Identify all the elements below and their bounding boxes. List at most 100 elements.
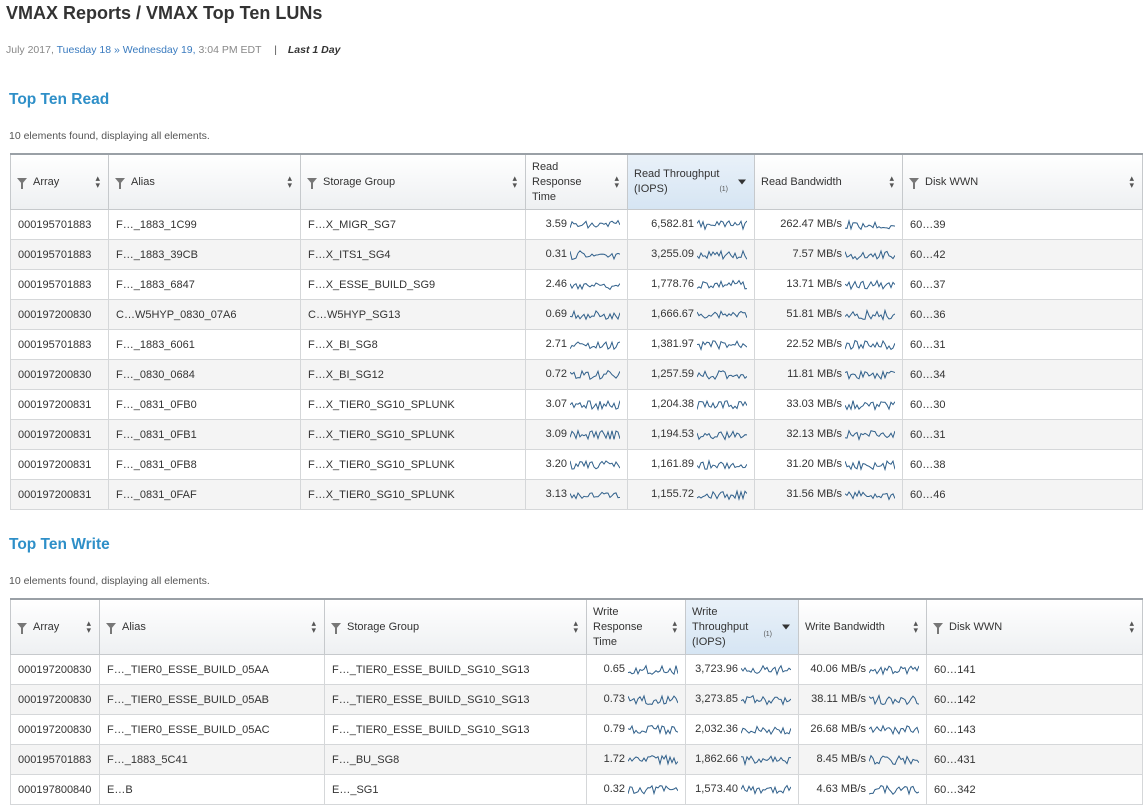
cell-tput: 3,723.96 [685,654,799,685]
sparkline [627,693,679,705]
col-bandwidth[interactable]: Read Bandwidth ▴ ▾ [754,153,903,210]
filter-icon[interactable] [17,177,27,189]
sort-icon[interactable]: ▴ ▾ [573,619,578,635]
cell-bw: 40.06 MB/s [798,654,927,685]
sparkline [569,428,621,440]
cell-array: 000197200831 [10,389,109,420]
sparkline [696,369,748,380]
cell-sg: F…_TIER0_ESSE_BUILD_SG10_SG13 [324,684,587,715]
col-response[interactable]: Write Response Time ▴ ▾ [586,598,686,655]
filter-icon[interactable] [933,622,943,634]
cell-tput: 1,194.53 [627,419,755,450]
sparkline [740,664,792,676]
table-row[interactable]: 000197800840 E…B E…_SG1 0.32 1,573.40 4.63 MB… [10,774,1143,805]
table-row[interactable]: 000197200830 C…W5HYP_0830_07A6 C…W5HYP_SG1… [10,299,1143,330]
sort-icon[interactable]: ▴ ▾ [1129,619,1134,635]
col-storage-group[interactable]: Storage Group ▴ ▾ [324,598,587,655]
cell-array: 000195701883 [10,239,109,270]
filter-icon[interactable] [106,622,116,634]
sparkline [740,754,791,766]
table-row[interactable]: 000197200831 F…_0831_0FB0 F…X_TIER0_SG10_S… [10,389,1143,420]
sparkline [844,218,896,231]
cell-alias: F…_1883_39CB [108,239,301,270]
sparkline [569,309,621,320]
table-row[interactable]: 000197200830 F…_TIER0_ESSE_BUILD_05AA F…_T… [10,654,1143,685]
table-row[interactable]: 000195701883 F…_1883_1C99 F…X_MIGR_SG7 3.59… [10,209,1143,240]
cell-bw: 13.71 MB/s [754,269,903,300]
cell-alias: F…_0830_0684 [108,359,301,390]
col-array[interactable]: Array ▴ ▾ [10,153,109,210]
table-row[interactable]: 000195701883 F…_1883_5C41 F…_BU_SG8 1.72 1,8… [10,744,1143,775]
cell-tput: 3,255.09 [627,239,755,270]
col-array[interactable]: Array ▴ ▾ [10,598,100,655]
table-row[interactable]: 000197200830 F…_TIER0_ESSE_BUILD_05AC F…_T… [10,714,1143,745]
filter-icon[interactable] [307,177,317,189]
col-storage-group[interactable]: Storage Group ▴ ▾ [300,153,526,210]
table-row[interactable]: 000197200830 F…_0830_0684 F…X_BI_SG12 0.72 1… [10,359,1143,390]
cell-alias: F…_TIER0_ESSE_BUILD_05AA [99,654,325,685]
sparkline [868,784,920,796]
sort-icon[interactable]: ▴ ▾ [95,174,100,190]
cell-array: 000197200831 [10,419,109,450]
sparkline [569,340,621,350]
sparkline [844,248,896,260]
sort-icon[interactable]: ▴ ▾ [86,619,91,635]
cell-bw: 38.11 MB/s [798,684,927,715]
sparkline [868,693,920,705]
sparkline [569,491,621,500]
cell-sg: F…X_BI_SG12 [300,359,526,390]
table-row[interactable]: 000195701883 F…_1883_6061 F…X_BI_SG8 2.71 1,… [10,329,1143,360]
table-row[interactable]: 000197200831 F…_0831_0FB8 F…X_TIER0_SG10_S… [10,449,1143,480]
sparkline [569,249,621,260]
sort-icon[interactable]: ▴ ▾ [672,619,677,635]
cell-tput: 3,273.85 [685,684,799,715]
filter-icon[interactable] [331,622,341,634]
cell-alias: F…_0831_0FB0 [108,389,301,420]
table-row[interactable]: 000197200831 F…_0831_0FB1 F…X_TIER0_SG10_S… [10,419,1143,450]
sort-icon[interactable]: ▴ ▾ [512,174,517,190]
sort-desc-icon[interactable] [738,179,746,185]
cell-array: 000195701883 [10,209,109,240]
filter-icon[interactable] [909,177,919,189]
col-throughput[interactable]: Write Throughput (IOPS) (1) [685,598,799,655]
col-response[interactable]: Read Response Time ▴ ▾ [525,153,628,210]
col-wwn[interactable]: Disk WWN ▴ ▾ [902,153,1143,210]
sort-icon[interactable]: ▴ ▾ [614,174,619,190]
filter-icon[interactable] [115,177,125,189]
sparkline [569,369,621,380]
cell-array: 000195701883 [10,744,100,775]
cell-bw: 22.52 MB/s [754,329,903,360]
sparkline [844,278,896,290]
cell-tput: 1,862.66 [685,744,799,775]
sparkline [627,753,679,766]
cell-resp: 3.09 [525,419,628,450]
sort-icon[interactable]: ▴ ▾ [889,174,894,190]
date-link[interactable]: Tuesday 18 » Wednesday 19, [57,44,196,56]
cell-alias: F…_1883_6847 [108,269,301,300]
table-row[interactable]: 000195701883 F…_1883_6847 F…X_ESSE_BUILD_S… [10,269,1143,300]
sort-desc-icon[interactable] [782,624,790,630]
cell-resp: 2.71 [525,329,628,360]
sort-icon[interactable]: ▴ ▾ [287,174,292,190]
cell-wwn: 60…38 [902,449,1143,480]
col-bandwidth[interactable]: Write Bandwidth ▴ ▾ [798,598,927,655]
sparkline [868,754,920,765]
col-alias[interactable]: Alias ▴ ▾ [108,153,301,210]
sparkline [696,488,748,501]
cell-alias: F…_TIER0_ESSE_BUILD_05AC [99,714,325,745]
cell-resp: 0.31 [525,239,628,270]
col-throughput[interactable]: Read Throughput (IOPS) (1) [627,153,755,210]
filter-icon[interactable] [17,622,27,634]
col-alias[interactable]: Alias ▴ ▾ [99,598,325,655]
sort-icon[interactable]: ▴ ▾ [311,619,316,635]
cell-tput: 1,778.76 [627,269,755,300]
cell-sg: F…_BU_SG8 [324,744,587,775]
cell-bw: 262.47 MB/s [754,209,903,240]
table-row[interactable]: 000195701883 F…_1883_39CB F…X_ITS1_SG4 0.31… [10,239,1143,270]
col-wwn[interactable]: Disk WWN ▴ ▾ [926,598,1143,655]
time-range[interactable]: Last 1 Day [288,44,341,56]
table-row[interactable]: 000197200830 F…_TIER0_ESSE_BUILD_05AB F…_T… [10,684,1143,715]
sort-icon[interactable]: ▴ ▾ [913,619,918,635]
sort-icon[interactable]: ▴ ▾ [1129,174,1134,190]
table-row[interactable]: 000197200831 F…_0831_0FAF F…X_TIER0_SG10_S… [10,479,1143,510]
